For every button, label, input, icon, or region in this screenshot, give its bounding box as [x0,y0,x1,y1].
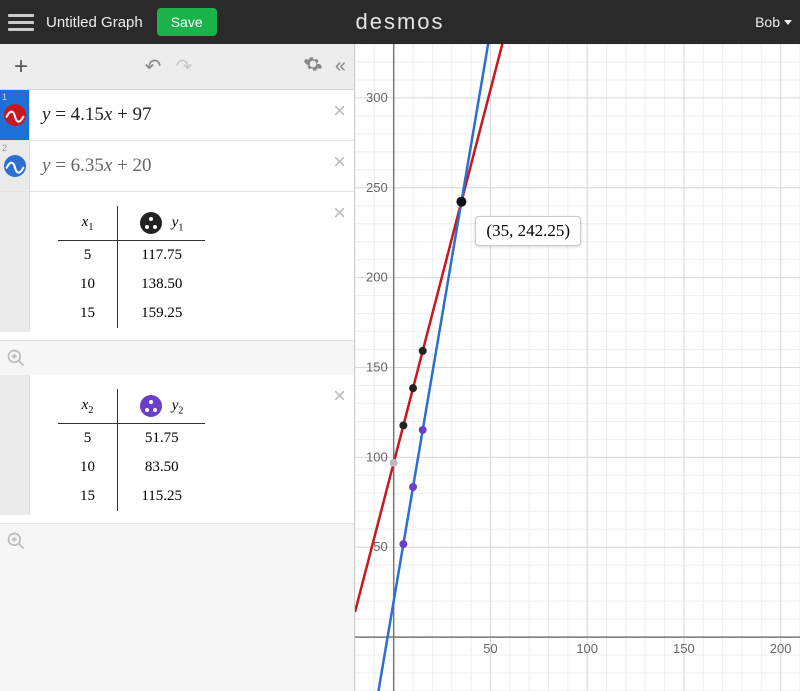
table-header-x[interactable]: x1 [58,206,118,241]
undo-button[interactable]: ↶ [145,54,162,79]
table-cell[interactable]: 51.75 [118,424,206,454]
table-header-y[interactable]: y1 [118,206,206,241]
save-button[interactable]: Save [157,8,217,36]
table-cell[interactable]: 117.75 [118,241,206,271]
series-color-icon[interactable] [140,212,162,234]
line-color-icon[interactable] [4,155,26,177]
table-cell[interactable]: 159.25 [118,299,206,328]
table-cell[interactable]: 138.50 [118,270,206,299]
table-cell[interactable]: 15 [58,299,118,328]
graph-title[interactable]: Untitled Graph [46,14,143,31]
svg-text:150: 150 [366,360,388,375]
expression-row[interactable]: 2 y = 6.35x + 20 × [0,141,354,192]
svg-text:150: 150 [673,641,695,656]
table-header-x[interactable]: x2 [58,389,118,424]
collapse-sidebar-button[interactable]: « [335,55,346,78]
table-row[interactable]: 4 × x2 y2 551.75 1083.50 15115.25 [0,375,354,524]
line-color-icon[interactable] [4,104,26,126]
settings-button[interactable] [303,54,323,80]
svg-text:200: 200 [770,641,792,656]
svg-text:100: 100 [576,641,598,656]
expression-sidebar: + ↶ ↷ « 1 y = [0,44,355,691]
brand-logo: desmos [355,9,444,35]
table-cell[interactable]: 10 [58,270,118,299]
main: + ↶ ↷ « 1 y = [0,44,800,691]
gear-icon [303,54,323,74]
intersection-label: (35, 242.25) [475,216,581,246]
svg-text:300: 300 [366,90,388,105]
add-expression-button[interactable]: + [8,53,34,81]
svg-text:100: 100 [366,449,388,464]
row-handle[interactable] [0,192,30,332]
expression-input[interactable]: y = 6.35x + 20 [30,141,354,191]
delete-expression-button[interactable]: × [333,149,346,175]
svg-text:50: 50 [373,539,387,554]
magnify-plus-icon [6,348,26,368]
table-cell[interactable]: 83.50 [118,453,206,482]
sidebar-toolbar: + ↶ ↷ « [0,44,354,90]
data-table-1[interactable]: x1 y1 5117.75 10138.50 15159.25 [58,206,205,328]
table-row[interactable]: 3 × x1 y1 5117.75 10138.50 15159.25 [0,192,354,341]
row-handle[interactable] [0,375,30,515]
svg-text:250: 250 [366,180,388,195]
delete-expression-button[interactable]: × [333,98,346,124]
table-cell[interactable]: 5 [58,241,118,271]
convert-to-table-button[interactable] [0,524,354,558]
menu-icon[interactable] [8,9,34,35]
plot-svg: 50 100 150 200 50 100 150 200 250 300 [355,44,800,691]
svg-text:50: 50 [483,641,497,656]
user-menu[interactable]: Bob [755,14,792,30]
table-cell[interactable]: 15 [58,482,118,511]
expression-input[interactable]: y = 4.15x + 97 [30,90,354,140]
topbar: Untitled Graph Save desmos Bob [0,0,800,44]
row-index: 1 [2,92,7,102]
magnify-plus-icon [6,531,26,551]
delete-table-button[interactable]: × [333,383,346,409]
table-cell[interactable]: 115.25 [118,482,206,511]
svg-text:200: 200 [366,270,388,285]
graph-canvas[interactable]: 50 100 150 200 50 100 150 200 250 300 (35, 242.25… [355,44,800,691]
table-cell[interactable]: 5 [58,424,118,454]
table-header-y[interactable]: y2 [118,389,206,424]
series-color-icon[interactable] [140,395,162,417]
redo-button[interactable]: ↷ [175,54,192,79]
data-table-2[interactable]: x2 y2 551.75 1083.50 15115.25 [58,389,205,511]
user-name: Bob [755,14,780,30]
row-index: 2 [2,143,7,153]
table-cell[interactable]: 10 [58,453,118,482]
expression-list: 1 y = 4.15x + 97 × 2 [0,90,354,691]
delete-table-button[interactable]: × [333,200,346,226]
chevron-down-icon [784,20,792,25]
expression-row[interactable]: 1 y = 4.15x + 97 × [0,90,354,141]
convert-to-table-button[interactable] [0,341,354,375]
